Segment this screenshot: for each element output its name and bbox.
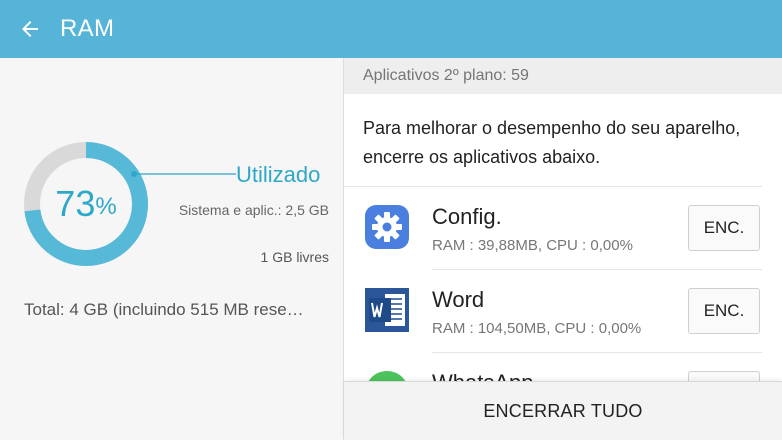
performance-hint: Para melhorar o desempenho do seu aparel… <box>363 118 741 167</box>
end-app-button-word[interactable]: ENC. <box>688 288 760 334</box>
background-apps-count: Aplicativos 2º plano: 59 <box>344 58 782 94</box>
end-all-button[interactable]: ENCERRAR TUDO <box>344 381 782 440</box>
end-app-button-config[interactable]: ENC. <box>688 205 760 251</box>
word-icon <box>363 286 411 334</box>
system-apps-usage: Sistema e aplic.: 2,5 GB <box>178 202 329 218</box>
page-title: RAM <box>60 15 115 42</box>
app-usage-stats: RAM : 104,50MB, CPU : 0,00% <box>432 320 642 337</box>
memory-usage-donut <box>24 142 148 266</box>
app-row-word: Word RAM : 104,50MB, CPU : 0,00% ENC. <box>344 270 782 353</box>
used-label: Utilizado <box>236 162 321 187</box>
app-name: Config. <box>432 204 502 229</box>
memory-summary-panel: 73% Utilizado Sistema e aplic.: 2,5 GB 1… <box>0 58 343 440</box>
app-usage-stats: RAM : 39,88MB, CPU : 0,00% <box>432 237 633 254</box>
app-bar: RAM <box>0 0 782 58</box>
app-row-config: Config. RAM : 39,88MB, CPU : 0,00% ENC. <box>344 187 782 270</box>
arrow-left-icon <box>22 21 38 37</box>
free-memory: 1 GB livres <box>260 249 329 265</box>
back-button[interactable] <box>0 0 60 58</box>
app-name: Word <box>432 287 485 312</box>
gear-icon <box>363 203 411 251</box>
total-memory: Total: 4 GB (incluindo 515 MB rese… <box>24 300 304 319</box>
used-connector-line <box>131 171 236 177</box>
